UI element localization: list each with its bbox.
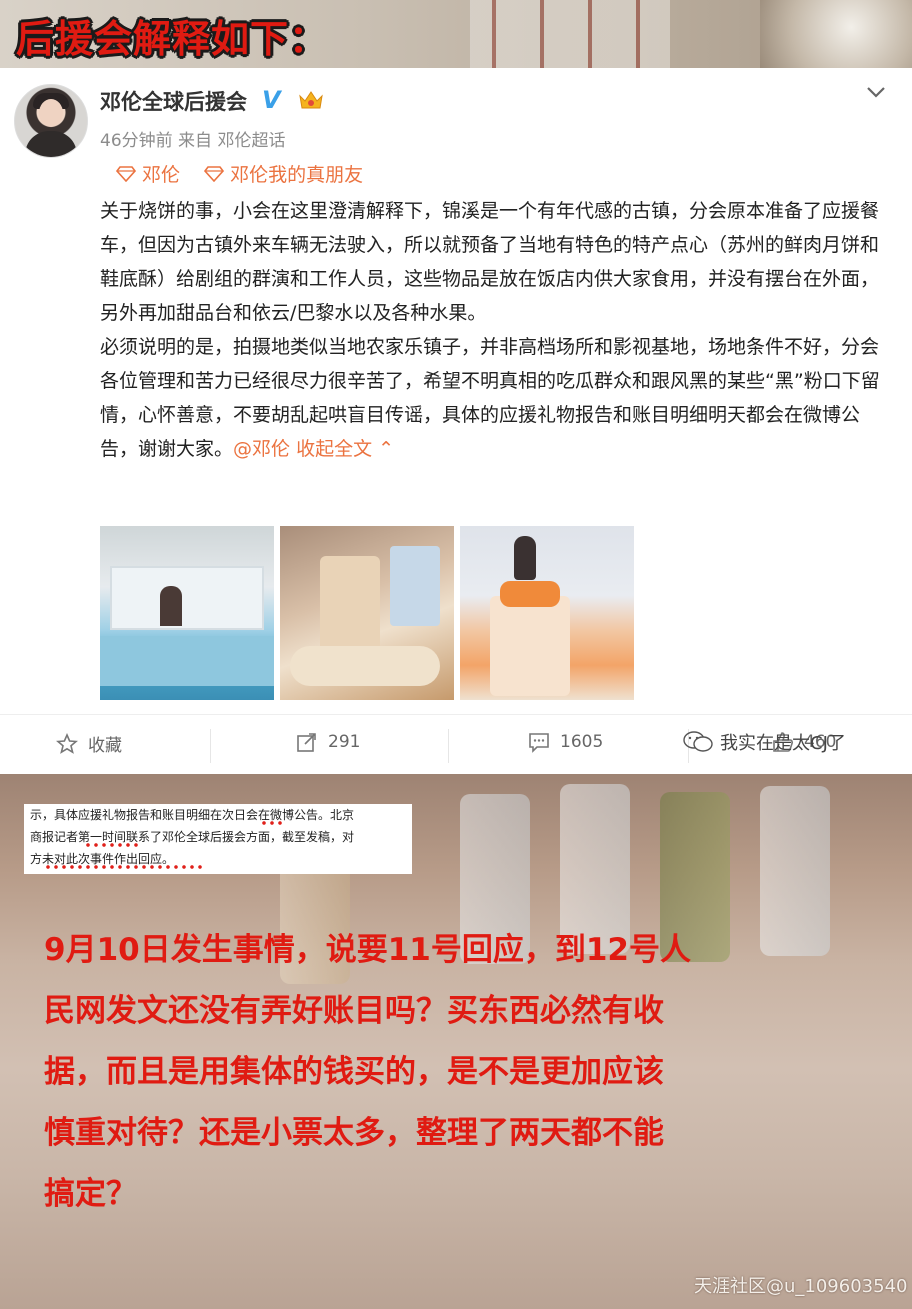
footer-watermark: 天涯社区@u_109603540: [694, 1272, 907, 1298]
banner-background-decor-right: [760, 0, 912, 68]
mention-link[interactable]: @邓伦: [233, 438, 290, 460]
author-name[interactable]: 邓伦全球后援会: [100, 86, 247, 116]
comment-count: 1605: [560, 732, 604, 752]
topic-tag[interactable]: 邓伦: [116, 160, 180, 187]
watermark-text: 我实在是太CJ了: [720, 733, 846, 754]
commentary-line: 据，而且是用集体的钱买的，是不是更加应该: [44, 1054, 664, 1090]
top-banner: 后援会解释如下：: [0, 0, 912, 68]
post-body: 关于烧饼的事，小会在这里澄清解释下，锦溪是一个有年代感的古镇，分会原本准备了应援…: [100, 194, 890, 466]
footer-watermark-text: 天涯社区@u_109603540: [694, 1276, 908, 1297]
banner-background-decor: [470, 0, 670, 68]
chevron-up-icon[interactable]: ⌃: [378, 438, 394, 460]
post-image-3[interactable]: [460, 526, 634, 700]
clipping-line: 示，具体应援礼物报告和账目明细在次日会在微博公告。北京: [30, 808, 355, 822]
commentary-line: 民网发文还没有弄好账目吗？买东西必然有收: [44, 993, 664, 1029]
wechat-icon: [683, 731, 713, 752]
topic-tags: 邓伦 邓伦我的真朋友: [116, 160, 381, 187]
favorite-label: 收藏: [88, 736, 122, 756]
collapse-link[interactable]: 收起全文: [296, 438, 372, 460]
chevron-down-icon[interactable]: [866, 80, 886, 105]
commentary-text: 9月10日发生事情，说要11号回应，到12号人 民网发文还没有弄好账目吗？买东西…: [44, 920, 884, 1225]
post-paragraph-1: 关于烧饼的事，小会在这里澄清解释下，锦溪是一个有年代感的古镇，分会原本准备了应援…: [100, 200, 880, 324]
star-icon: [56, 732, 78, 754]
favorite-button[interactable]: 收藏: [56, 731, 122, 756]
divider: [448, 729, 449, 763]
verified-badge-icon: V: [262, 86, 281, 114]
post-meta: 46分钟前 来自 邓伦超话: [100, 131, 286, 151]
red-dot-underline: [260, 821, 286, 825]
repost-icon: [297, 733, 316, 752]
post-image-2[interactable]: [280, 526, 454, 700]
topic-label: 邓伦: [142, 164, 181, 186]
banner-title: 后援会解释如下：: [16, 17, 329, 61]
red-dot-underline: [84, 843, 142, 847]
vip-crown-icon: [299, 91, 323, 109]
divider: [210, 729, 211, 763]
avatar[interactable]: [14, 84, 88, 158]
commentary-line: 慎重对待？还是小票太多，整理了两天都不能: [44, 1115, 664, 1151]
red-dot-underline: [44, 865, 204, 869]
diamond-icon: [204, 165, 225, 182]
comment-button[interactable]: 1605: [528, 731, 603, 753]
comment-icon: [529, 733, 549, 753]
repost-button[interactable]: 291: [296, 731, 360, 753]
topic-label: 邓伦我的真朋友: [230, 164, 364, 186]
post-paragraph-2: 必须说明的是，拍摄地类似当地农家乐镇子，并非高档场所和影视基地，场地条件不好，分…: [100, 336, 880, 460]
commentary-line: 9月10日发生事情，说要11号回应，到12号人: [44, 932, 691, 968]
commentary-line: 搞定？: [44, 1176, 137, 1212]
post-image-1[interactable]: [100, 526, 274, 700]
image-watermark: 我实在是太CJ了: [682, 729, 846, 755]
repost-count: 291: [328, 732, 361, 752]
topic-tag[interactable]: 邓伦我的真朋友: [204, 160, 363, 187]
weibo-post-card: 邓伦全球后援会 V 46分钟前 来自 邓伦超话 邓伦 邓伦我的真朋友 关于烧饼的…: [0, 68, 912, 774]
diamond-icon: [116, 165, 136, 182]
action-bar: 收藏 291 1605 460 我实在是太CJ了: [0, 714, 912, 775]
news-clipping: 示，具体应援礼物报告和账目明细在次日会在微博公告。北京 商报记者第一时间联系了邓…: [24, 804, 412, 874]
